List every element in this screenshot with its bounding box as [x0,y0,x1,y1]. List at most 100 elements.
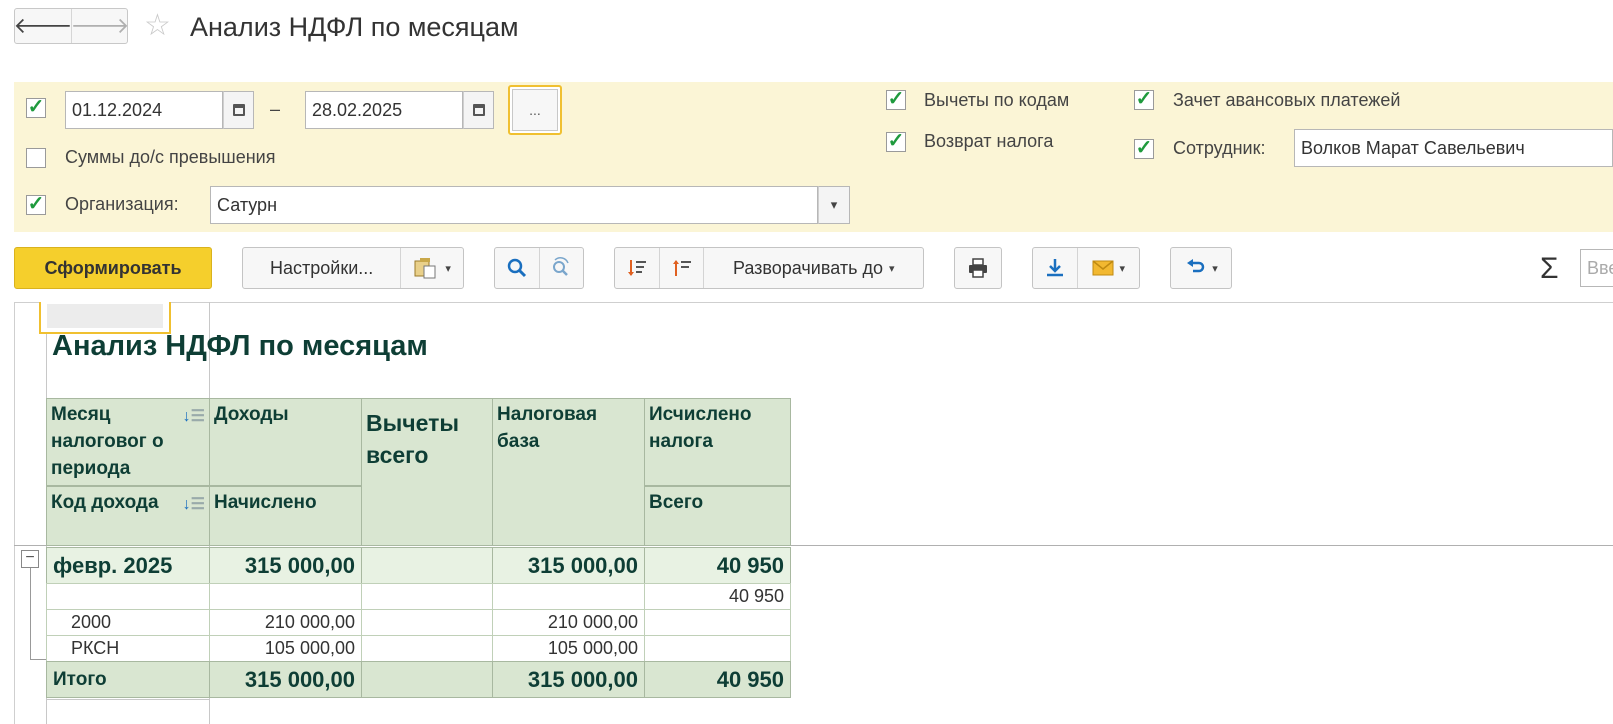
employee-checkbox[interactable]: ✓ [1134,138,1154,159]
favorite-star-icon[interactable]: ☆ [144,10,171,42]
period-to-field[interactable]: 28.02.2025 [305,91,463,129]
back-arrow-icon[interactable]: 🡐 [14,9,73,43]
excess-checkbox[interactable] [26,148,46,168]
col-header-income[interactable]: Доходы [209,398,362,486]
variant-button[interactable]: ▾ [400,248,463,288]
col-header-tax-base-label: Налоговая база [497,404,598,452]
col-header-month[interactable]: Месяц налоговог о периода ↓☰ [46,398,210,486]
organization-label: Организация: [65,194,179,214]
collapse-icon[interactable]: − [21,550,39,568]
chevron-down-icon: ▾ [888,262,895,275]
print-button[interactable] [955,248,1001,288]
col-header-total[interactable]: Всего [644,486,791,546]
tax-return-checkbox[interactable]: ✓ [886,131,906,152]
checkmark-icon: ✓ [27,96,45,118]
table-row-calculated [644,635,791,662]
report-title: Анализ НДФЛ по месяцам [52,330,428,362]
table-row-income: 210 000,00 [209,609,362,636]
totals-calculated: 40 950 [644,661,791,698]
generate-button[interactable]: Сформировать [14,247,212,289]
checkmark-icon: ✓ [1135,88,1153,110]
calendar-to-button[interactable] [463,91,494,129]
sum-icon[interactable]: Σ [1540,252,1559,286]
printer-icon [969,258,987,278]
totals-tax-base: 315 000,00 [492,661,645,698]
period-select-button[interactable]: ... [508,85,562,135]
col-header-income-code-label: Код дохода [51,492,159,513]
sort-desc-button[interactable] [658,248,704,288]
search-icon [507,258,526,278]
table-row-code: РКСН [46,635,210,662]
period-dash: – [270,99,281,119]
page-title: Анализ НДФЛ по месяцам [190,12,519,42]
navigation-group: 🡐 🡒 [14,8,130,44]
period-checkbox[interactable]: ✓ [26,96,46,118]
save-button[interactable] [1033,248,1077,288]
sort-icon: ↓☰ [182,496,205,513]
col-header-income-code[interactable]: Код дохода ↓☰ [46,486,210,546]
excess-label: Суммы до/с превышения [65,147,276,167]
search-group [494,247,584,289]
totals-deductions [361,661,493,698]
table-row-deductions [361,609,493,636]
period-select-label: ... [512,89,558,131]
table-row-code [46,583,210,610]
expand-to-button[interactable]: Разворачивать до ▾ [703,248,923,288]
deductions-codes-label: Вычеты по кодам [924,90,1070,110]
table-row-calculated: 40 950 [644,583,791,610]
forward-arrow-icon[interactable]: 🡒 [71,9,130,43]
envelope-icon [1092,260,1114,276]
table-row-calculated [644,609,791,636]
col-header-month-label: Месяц налоговог о периода [51,404,164,479]
organization-field[interactable]: Сатурн [210,186,818,224]
checkmark-icon: ✓ [887,88,905,110]
period-from-field[interactable]: 01.12.2024 [65,91,223,129]
grid-line [46,699,209,700]
print-group [954,247,1002,289]
col-header-accrued[interactable]: Начислено [209,486,362,546]
group-row-tax-base: 315 000,00 [492,547,645,584]
deductions-codes-checkbox[interactable]: ✓ [886,88,906,110]
employee-field[interactable]: Волков Марат Савельевич [1294,129,1613,167]
tree-line [30,568,31,660]
col-header-deductions[interactable]: Вычеты всего [361,398,493,546]
table-row-deductions [361,635,493,662]
export-group: ▾ [1032,247,1140,289]
group-row-label[interactable]: февр. 2025 [46,547,210,584]
checkmark-icon: ✓ [27,193,45,215]
go-to-group: ▾ [1170,247,1232,289]
table-row-tax-base [492,583,645,610]
table-row-income [209,583,362,610]
find-next-button[interactable] [538,248,584,288]
sort-asc-button[interactable] [615,248,659,288]
sort-ascending-icon [627,260,646,276]
organization-checkbox[interactable]: ✓ [26,193,46,215]
table-row-deductions [361,583,493,610]
sum-field[interactable]: Вве [1580,249,1613,287]
col-header-tax-base[interactable]: Налоговая база [492,398,645,546]
expand-to-label: Разворачивать до [732,257,883,278]
table-row-tax-base: 210 000,00 [492,609,645,636]
col-header-calculated-label: Исчислено налога [649,404,752,452]
find-button[interactable] [495,248,539,288]
return-arrow-icon [1187,259,1205,273]
group-row-income: 315 000,00 [209,547,362,584]
send-email-button[interactable]: ▾ [1076,248,1139,288]
organization-dropdown-icon[interactable]: ▾ [818,186,850,224]
advance-payments-label: Зачет авансовых платежей [1173,90,1401,110]
advance-payments-checkbox[interactable]: ✓ [1134,88,1154,110]
settings-button[interactable]: Настройки... [243,248,400,288]
employee-label: Сотрудник: [1173,138,1266,158]
go-to-button[interactable]: ▾ [1171,248,1231,288]
tree-line [30,659,46,660]
totals-income: 315 000,00 [209,661,362,698]
sort-icon: ↓☰ [182,408,205,425]
sort-descending-icon [672,260,691,276]
totals-label: Итого [46,661,210,698]
col-header-calculated[interactable]: Исчислено налога [644,398,791,486]
table-row-tax-base: 105 000,00 [492,635,645,662]
calendar-from-button[interactable] [223,91,254,129]
settings-group: Настройки... ▾ [242,247,464,289]
calendar-icon [232,104,245,116]
tax-return-label: Возврат налога [924,131,1054,151]
